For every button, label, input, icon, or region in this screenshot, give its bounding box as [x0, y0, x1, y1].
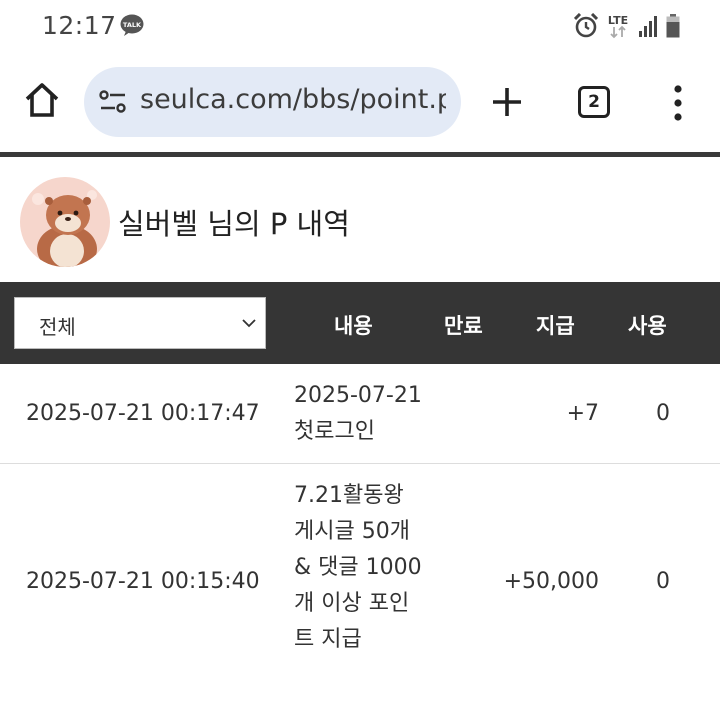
- row-used: 0: [656, 569, 670, 594]
- kakaotalk-icon: TALK: [120, 14, 144, 36]
- chevron-down-icon: [242, 319, 256, 328]
- toolbar-divider: [0, 152, 720, 157]
- plus-icon[interactable]: [490, 85, 524, 119]
- status-time: 12:17: [42, 11, 117, 40]
- table-row: 2025-07-21 00:15:40 7.21활동왕 게시글 50개 & 댓글…: [0, 464, 720, 701]
- row-earned: +7: [566, 401, 599, 426]
- more-vert-icon[interactable]: [668, 84, 688, 122]
- svg-text:LTE: LTE: [608, 14, 628, 27]
- column-header-content: 내용: [334, 314, 373, 338]
- alarm-icon: [574, 13, 598, 38]
- column-header-earned: 지급: [536, 314, 575, 338]
- avatar: [20, 177, 110, 267]
- page-title: 실버벨 님의 P 내역: [118, 207, 350, 241]
- lte-icon: LTE: [608, 14, 628, 39]
- row-content: 2025-07-21 첫로그인: [294, 383, 422, 444]
- site-settings-icon[interactable]: [99, 90, 127, 114]
- row-used: 0: [656, 401, 670, 426]
- table-header: 전체 내용 만료 지급 사용: [0, 282, 720, 364]
- column-header-expire: 만료: [444, 314, 483, 338]
- filter-select[interactable]: 전체: [14, 297, 266, 349]
- filter-value: 전체: [39, 315, 76, 339]
- row-date: 2025-07-21 00:15:40: [26, 569, 260, 594]
- url-text[interactable]: seulca.com/bbs/point.php: [140, 84, 446, 115]
- svg-text:TALK: TALK: [123, 21, 142, 29]
- status-bar: 12:17 TALK LTE: [0, 0, 720, 52]
- otter-avatar-image: [20, 177, 110, 267]
- browser-toolbar: seulca.com/bbs/point.php 2: [0, 60, 720, 146]
- status-icons: LTE: [574, 12, 680, 40]
- home-icon[interactable]: [22, 80, 62, 120]
- battery-icon: [666, 14, 680, 38]
- row-earned: +50,000: [503, 569, 599, 594]
- signal-icon: [639, 16, 657, 37]
- row-date: 2025-07-21 00:17:47: [26, 401, 260, 426]
- column-header-used: 사용: [628, 314, 667, 338]
- table-row: 2025-07-21 00:17:47 2025-07-21 첫로그인 +7 0: [0, 364, 720, 464]
- row-content: 7.21활동왕 게시글 50개 & 댓글 1000개 이상 포인트 지급: [294, 483, 422, 652]
- url-bar[interactable]: seulca.com/bbs/point.php: [84, 67, 461, 137]
- tab-switcher-button[interactable]: 2: [578, 86, 610, 118]
